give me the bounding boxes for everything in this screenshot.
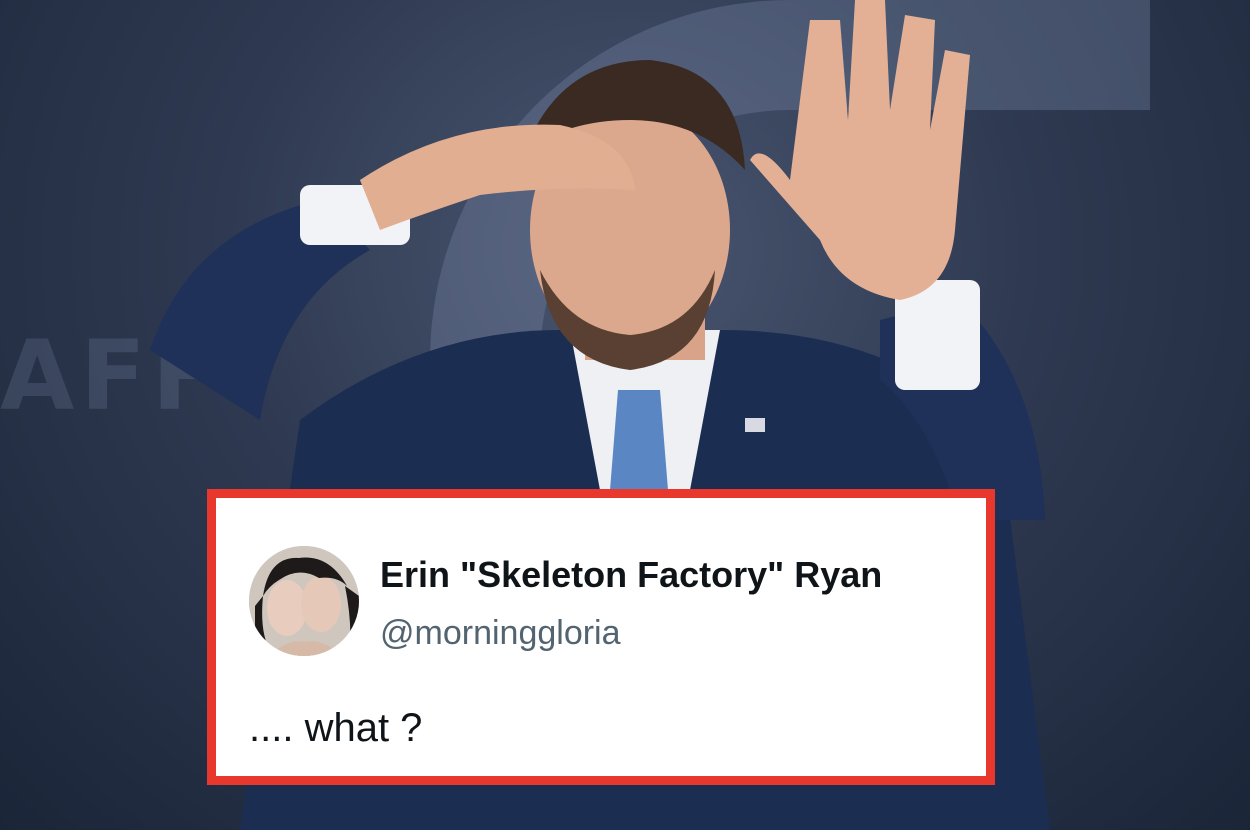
- right-hand: [750, 0, 970, 300]
- flag-pin: [745, 418, 765, 432]
- tweet-text: .... what ?: [249, 706, 423, 750]
- display-name[interactable]: Erin "Skeleton Factory" Ryan: [380, 554, 882, 596]
- tie: [610, 390, 668, 490]
- avatar[interactable]: [249, 546, 359, 656]
- photo-background: AFF Erin "Skeleton Factory" Ryan @mornin…: [0, 0, 1250, 830]
- user-handle[interactable]: @morninggloria: [380, 614, 621, 653]
- tweet-card[interactable]: Erin "Skeleton Factory" Ryan @morningglo…: [207, 489, 995, 785]
- avatar-portrait-image: [249, 546, 359, 656]
